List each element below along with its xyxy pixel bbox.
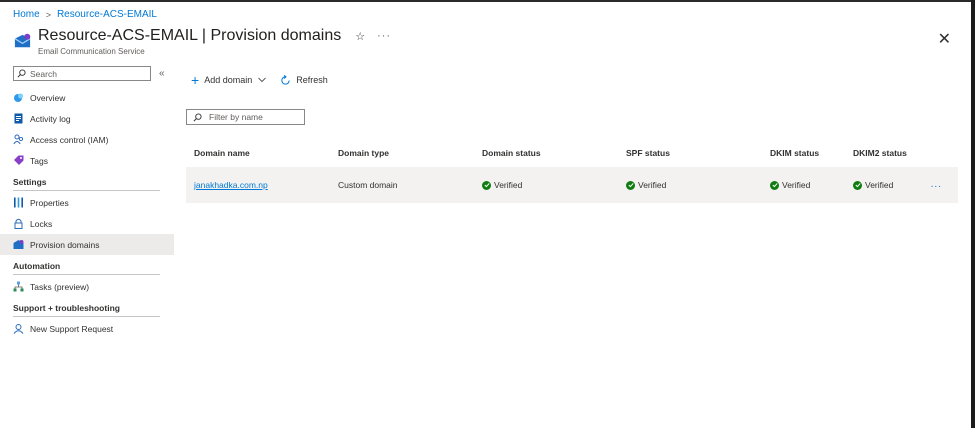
sidebar-item-label: Tasks (preview) (30, 281, 90, 292)
sidebar-item-label: Properties (30, 197, 69, 208)
breadcrumb: Home > Resource-ACS-EMAIL (13, 9, 157, 20)
add-domain-label: Add domain (204, 75, 253, 85)
more-options-icon[interactable]: ··· (377, 30, 391, 42)
table-row[interactable]: janakhadka.com.np Custom domain Verified… (186, 167, 958, 203)
collapse-sidebar-icon[interactable]: « (159, 68, 165, 79)
spf-status-cell: Verified (626, 180, 666, 190)
window-right-border (971, 0, 975, 428)
row-more-options-icon[interactable]: ... (931, 179, 942, 190)
sidebar-section-automation: Automation (13, 261, 61, 271)
sidebar-item-label: Activity log (30, 113, 71, 124)
command-bar: + Add domain Refresh (191, 73, 328, 87)
verified-check-icon (626, 180, 635, 190)
sidebar-search-placeholder: Search (30, 68, 57, 79)
status-text: Verified (782, 180, 811, 190)
sidebar-item-access-control[interactable]: Access control (IAM) (0, 129, 174, 150)
verified-check-icon (770, 180, 779, 190)
sidebar-item-label: Access control (IAM) (30, 134, 109, 145)
column-header-domain-name[interactable]: Domain name (194, 148, 250, 158)
chevron-down-icon (258, 76, 267, 85)
sidebar-item-locks[interactable]: Locks (0, 213, 174, 234)
verified-check-icon (853, 180, 862, 190)
refresh-label: Refresh (296, 75, 328, 85)
column-header-dkim-status[interactable]: DKIM status (770, 148, 819, 158)
domain-type-cell: Custom domain (338, 180, 398, 190)
page-subtitle: Email Communication Service (38, 47, 145, 56)
sidebar-item-label: Overview (30, 92, 66, 103)
table-header: Domain name Domain type Domain status SP… (186, 144, 958, 162)
domain-status-cell: Verified (482, 180, 522, 190)
breadcrumb-home-link[interactable]: Home (13, 9, 40, 20)
verified-check-icon (482, 180, 491, 190)
window-top-border (0, 0, 975, 2)
lock-icon (13, 218, 24, 229)
section-divider (13, 274, 160, 275)
support-icon (13, 323, 24, 334)
search-icon (17, 69, 26, 78)
breadcrumb-separator: > (45, 9, 51, 20)
sidebar-section-settings: Settings (13, 177, 47, 187)
activity-log-icon (13, 113, 24, 124)
domain-name-link[interactable]: janakhadka.com.np (194, 180, 268, 190)
sidebar-search-input[interactable]: Search (13, 66, 151, 81)
sidebar-item-tasks[interactable]: Tasks (preview) (0, 276, 174, 297)
add-domain-button[interactable]: + Add domain (191, 72, 267, 88)
sidebar-item-label: Provision domains (30, 239, 100, 250)
sidebar-item-activity-log[interactable]: Activity log (0, 108, 174, 129)
domains-table: Domain name Domain type Domain status SP… (186, 144, 958, 203)
sidebar-item-provision-domains[interactable]: Provision domains (0, 234, 174, 255)
close-icon[interactable]: ✕ (938, 29, 951, 49)
column-header-domain-type[interactable]: Domain type (338, 148, 389, 158)
sidebar-item-properties[interactable]: Properties (0, 192, 174, 213)
dkim-status-cell: Verified (770, 180, 810, 190)
status-text: Verified (865, 180, 894, 190)
section-divider (13, 316, 160, 317)
filter-placeholder: Filter by name (209, 112, 263, 122)
sidebar-item-tags[interactable]: Tags (0, 150, 174, 171)
sidebar: Search « Overview Activity log Access co… (0, 66, 174, 339)
page-header: Resource-ACS-EMAIL | Provision domains ☆… (13, 27, 391, 56)
add-icon: + (191, 72, 200, 88)
filter-by-name-input[interactable]: Filter by name (186, 109, 305, 125)
sidebar-item-label: New Support Request (30, 323, 114, 334)
refresh-icon (281, 74, 290, 85)
column-header-dkim2-status[interactable]: DKIM2 status (853, 148, 907, 158)
favorite-star-icon[interactable]: ☆ (355, 30, 365, 43)
tasks-icon (13, 281, 24, 292)
column-header-spf-status[interactable]: SPF status (626, 148, 670, 158)
sidebar-item-label: Locks (30, 218, 53, 229)
people-icon (13, 134, 24, 145)
sidebar-item-label: Tags (30, 155, 48, 166)
sidebar-item-new-support-request[interactable]: New Support Request (0, 318, 174, 339)
dkim2-status-cell: Verified (853, 180, 893, 190)
page-title: Resource-ACS-EMAIL | Provision domains (38, 27, 342, 44)
column-header-domain-status[interactable]: Domain status (482, 148, 541, 158)
status-text: Verified (494, 180, 523, 190)
sidebar-item-overview[interactable]: Overview (0, 87, 174, 108)
section-divider (13, 190, 160, 191)
email-communication-service-icon (14, 33, 31, 48)
refresh-button[interactable]: Refresh (280, 74, 328, 86)
properties-icon (13, 197, 24, 208)
search-icon (193, 112, 202, 121)
breadcrumb-resource-link[interactable]: Resource-ACS-EMAIL (57, 9, 157, 20)
domains-icon (13, 239, 24, 250)
sidebar-section-support: Support + troubleshooting (13, 303, 120, 313)
status-text: Verified (638, 180, 667, 190)
overview-icon (13, 92, 24, 103)
tag-icon (13, 155, 24, 166)
